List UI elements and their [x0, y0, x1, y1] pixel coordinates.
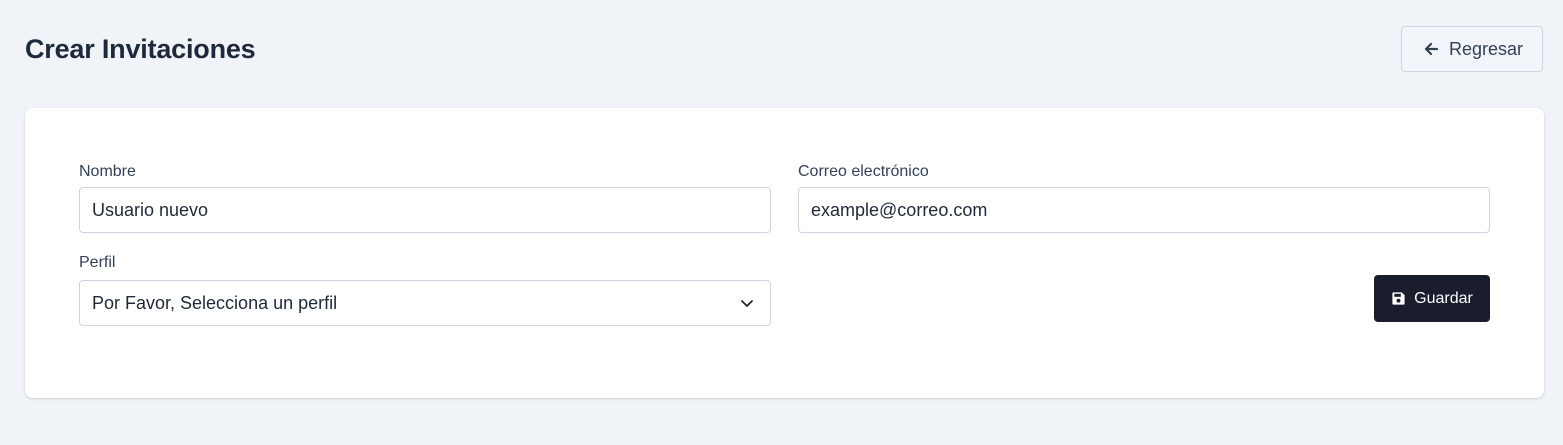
- back-button-label: Regresar: [1448, 38, 1524, 59]
- profile-select[interactable]: Por Favor, Selecciona un perfil: [79, 280, 771, 326]
- name-input[interactable]: [79, 187, 771, 233]
- email-label: Correo electrónico: [798, 163, 929, 180]
- arrow-left-icon: [1423, 41, 1439, 57]
- floppy-disk-icon: [1391, 291, 1406, 306]
- save-button[interactable]: Guardar: [1374, 275, 1490, 322]
- email-input[interactable]: [798, 187, 1490, 233]
- save-button-label: Guardar: [1414, 289, 1473, 307]
- back-button[interactable]: Regresar: [1401, 26, 1543, 72]
- name-label: Nombre: [79, 163, 136, 180]
- profile-select-value: Por Favor, Selecciona un perfil: [92, 292, 338, 313]
- invitation-form-card: Nombre Correo electrónico Perfil Por Fav…: [25, 108, 1544, 398]
- page-title: Crear Invitaciones: [25, 34, 256, 64]
- profile-label: Perfil: [79, 254, 116, 271]
- chevron-down-icon: [740, 296, 758, 310]
